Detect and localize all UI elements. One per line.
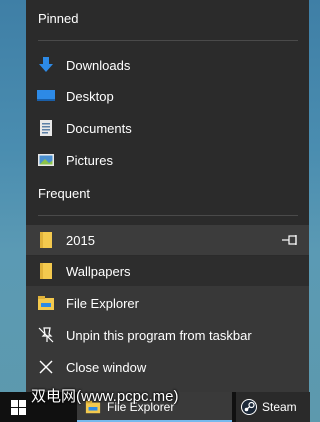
- tasks-section: File Explorer Unpin this program from ta…: [26, 286, 309, 392]
- watermark: 双电网(www.pcpc.me): [31, 388, 179, 405]
- pictures-icon: [37, 151, 55, 169]
- pinned-divider: [38, 40, 298, 41]
- document-icon: [37, 119, 55, 137]
- task-label: Close window: [66, 359, 147, 375]
- frequent-item-label: Wallpapers: [66, 263, 131, 279]
- pinned-item-label: Downloads: [66, 57, 131, 73]
- task-label: Unpin this program from taskbar: [66, 327, 252, 343]
- task-label: File Explorer: [66, 295, 139, 311]
- pin-icon[interactable]: [281, 233, 299, 247]
- pinned-item-pictures[interactable]: Pictures: [26, 145, 309, 175]
- pinned-item-documents[interactable]: Documents: [26, 113, 309, 143]
- desktop-icon: [37, 87, 55, 105]
- download-arrow-icon: [37, 56, 55, 74]
- pinned-item-label: Documents: [66, 120, 132, 136]
- frequent-item-label: 2015: [66, 232, 95, 248]
- frequent-item-wallpapers[interactable]: Wallpapers: [26, 256, 309, 286]
- file-explorer-icon: [37, 294, 55, 312]
- unpin-icon: [37, 326, 55, 344]
- task-file-explorer[interactable]: File Explorer: [26, 288, 309, 318]
- folder-icon: [37, 231, 55, 249]
- pinned-item-label: Pictures: [66, 152, 113, 168]
- frequent-header: Frequent: [38, 186, 91, 201]
- pinned-item-downloads[interactable]: Downloads: [26, 50, 309, 80]
- jump-list-menu: Pinned Downloads Desktop Documents Pictu…: [26, 0, 309, 392]
- task-unpin[interactable]: Unpin this program from taskbar: [26, 320, 309, 350]
- windows-logo-icon: [11, 400, 26, 420]
- steam-icon: [241, 399, 257, 420]
- frequent-divider: [38, 215, 298, 216]
- close-icon: [37, 358, 55, 376]
- pinned-item-label: Desktop: [66, 88, 114, 104]
- pinned-header: Pinned: [38, 11, 79, 26]
- task-close-window[interactable]: Close window: [26, 352, 309, 382]
- folder-icon: [37, 262, 55, 280]
- taskbar-steam[interactable]: Steam: [236, 392, 310, 422]
- pinned-item-desktop[interactable]: Desktop: [26, 81, 309, 111]
- taskbar-steam-label: Steam: [262, 400, 297, 414]
- frequent-item-2015[interactable]: 2015: [26, 225, 309, 255]
